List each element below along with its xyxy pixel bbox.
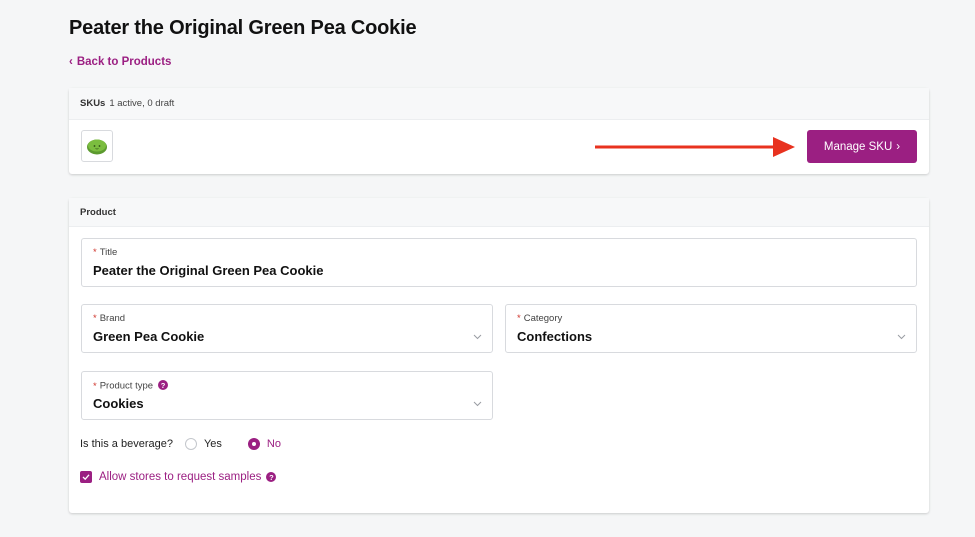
category-field-label: * Category <box>517 313 563 324</box>
green-pea-cookie-image <box>87 139 107 155</box>
page-title: Peater the Original Green Pea Cookie <box>69 17 417 39</box>
red-arrow-annotation <box>595 137 795 157</box>
allow-samples-label[interactable]: Allow stores to request samples <box>99 471 261 483</box>
skus-card: SKUs 1 active, 0 draft Manage SKU › <box>69 88 929 174</box>
skus-card-header: SKUs 1 active, 0 draft <box>69 88 929 120</box>
chevron-right-icon: › <box>896 140 901 153</box>
title-field-value: Peater the Original Green Pea Cookie <box>93 263 324 278</box>
title-field[interactable]: * Title Peater the Original Green Pea Coo… <box>81 238 917 287</box>
beverage-question-label: Is this a beverage? <box>80 438 173 450</box>
chevron-down-icon <box>473 334 482 340</box>
manage-sku-button[interactable]: Manage SKU › <box>807 130 917 163</box>
beverage-yes-radio[interactable] <box>184 438 197 450</box>
beverage-no-radio[interactable] <box>247 438 260 450</box>
allow-samples-row: Allow stores to request samples ? <box>80 471 277 483</box>
back-to-products-link[interactable]: ‹ Back to Products <box>69 56 171 68</box>
manage-sku-label: Manage SKU <box>823 140 893 153</box>
product-type-field-label: * Product type? <box>93 380 169 392</box>
product-card: Product * Title Peater the Original Green… <box>69 198 929 513</box>
skus-heading: SKUs <box>80 98 106 109</box>
category-field-value: Confections <box>517 329 593 344</box>
brand-select[interactable]: * Brand Green Pea Cookie <box>81 304 493 353</box>
product-type-field-value: Cookies <box>93 396 144 411</box>
chevron-left-icon: ‹ <box>69 56 73 68</box>
chevron-down-icon <box>473 401 482 407</box>
product-type-select[interactable]: * Product type? Cookies <box>81 371 493 420</box>
beverage-no-label[interactable]: No <box>267 438 281 450</box>
back-link-label: Back to Products <box>76 56 172 68</box>
product-card-header: Product <box>69 198 929 227</box>
category-select[interactable]: * Category Confections <box>505 304 917 353</box>
checkmark-icon <box>82 474 90 481</box>
beverage-question-row: Is this a beverage? Yes No <box>80 438 295 450</box>
sku-thumbnail[interactable] <box>81 130 113 162</box>
beverage-yes-label[interactable]: Yes <box>204 438 222 450</box>
question-mark-icon[interactable]: ? <box>266 472 277 482</box>
allow-samples-checkbox[interactable] <box>80 471 92 483</box>
question-mark-icon[interactable]: ? <box>158 380 169 390</box>
title-field-label: * Title <box>93 247 118 258</box>
skus-summary: 1 active, 0 draft <box>109 98 175 109</box>
brand-field-label: * Brand <box>93 313 126 324</box>
brand-field-value: Green Pea Cookie <box>93 329 205 344</box>
chevron-down-icon <box>897 334 906 340</box>
